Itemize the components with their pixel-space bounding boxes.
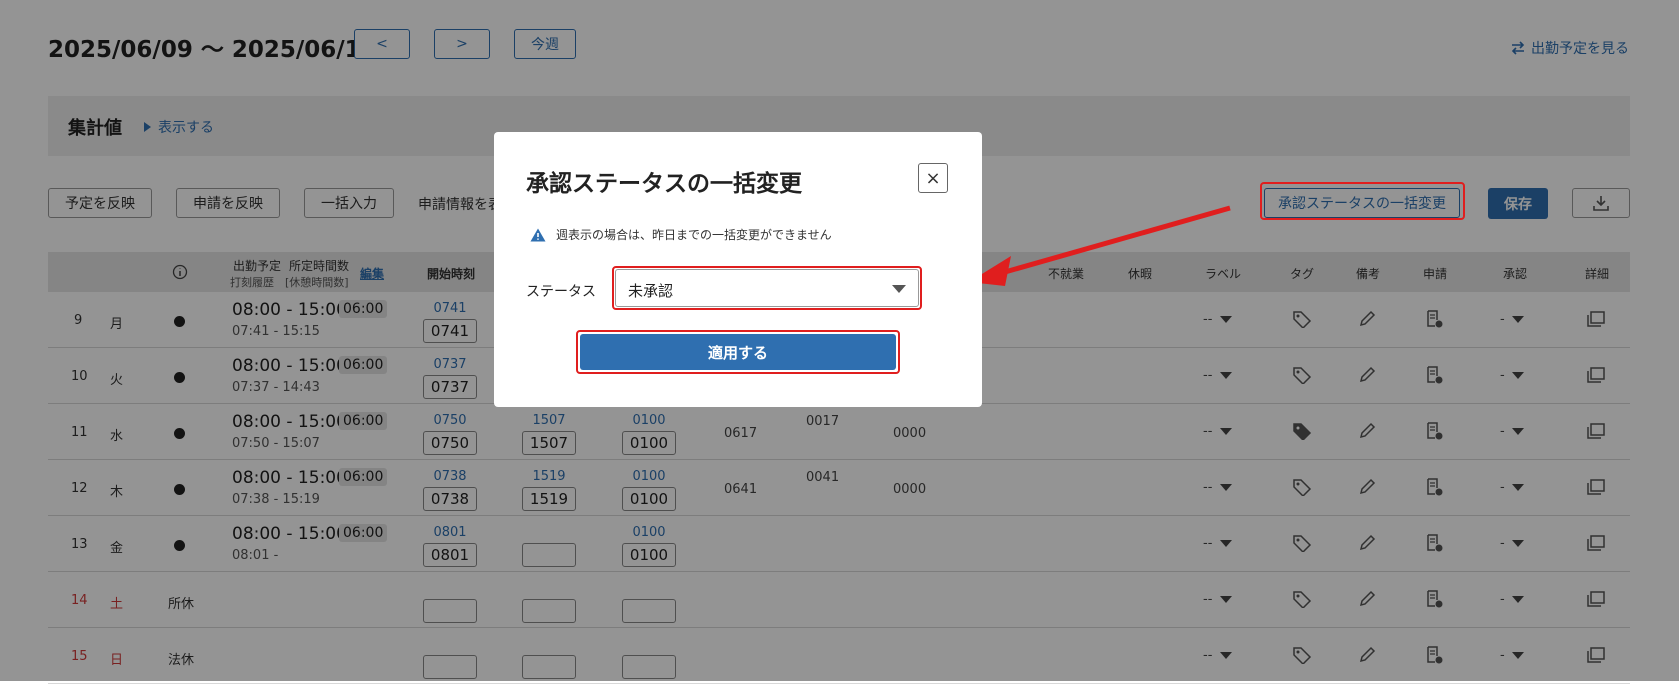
modal-close-button[interactable]: × [918,163,948,193]
warning-icon [530,228,546,242]
bulk-status-modal: 承認ステータスの一括変更 × 週表示の場合は、昨日までの一括変更ができません ス… [494,132,982,407]
close-icon: × [925,167,941,189]
modal-warning: 週表示の場合は、昨日までの一括変更ができません [530,226,832,243]
highlight-apply-button [576,330,900,374]
modal-title: 承認ステータスの一括変更 [526,171,802,197]
status-label: ステータス [526,284,596,300]
highlight-status-select [612,266,922,310]
highlight-bulk-status-button [1260,182,1465,220]
red-arrow-annotation [969,205,1231,286]
warning-text: 週表示の場合は、昨日までの一括変更ができません [556,228,832,242]
